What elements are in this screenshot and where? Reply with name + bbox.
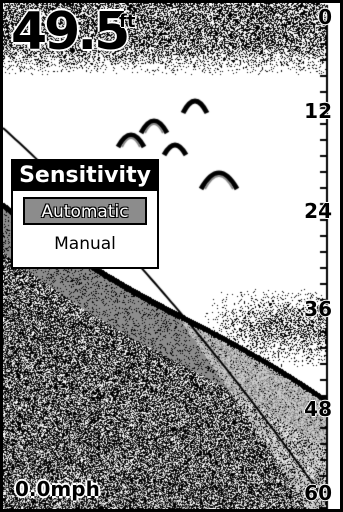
menu-title: Sensitivity [13, 161, 157, 191]
depth-scale-label-36: 36 [304, 297, 332, 321]
depth-scale-label-60: 60 [304, 481, 332, 505]
sensitivity-menu: Sensitivity Automatic Manual [11, 159, 159, 269]
depth-scale-label-48: 48 [304, 397, 332, 421]
sonar-screen: 49.5 ft 0 12 24 36 48 60 0.0mph Sensitiv… [0, 0, 343, 512]
depth-unit: ft [119, 11, 136, 32]
depth-scale-label-24: 24 [304, 199, 332, 223]
depth-readout: 49.5 [11, 2, 130, 62]
depth-scale-label-12: 12 [304, 99, 332, 123]
speed-readout: 0.0mph [15, 477, 100, 501]
menu-option-manual[interactable]: Manual [23, 231, 147, 259]
depth-scale-label-0: 0 [318, 5, 332, 29]
menu-option-automatic[interactable]: Automatic [23, 197, 147, 225]
